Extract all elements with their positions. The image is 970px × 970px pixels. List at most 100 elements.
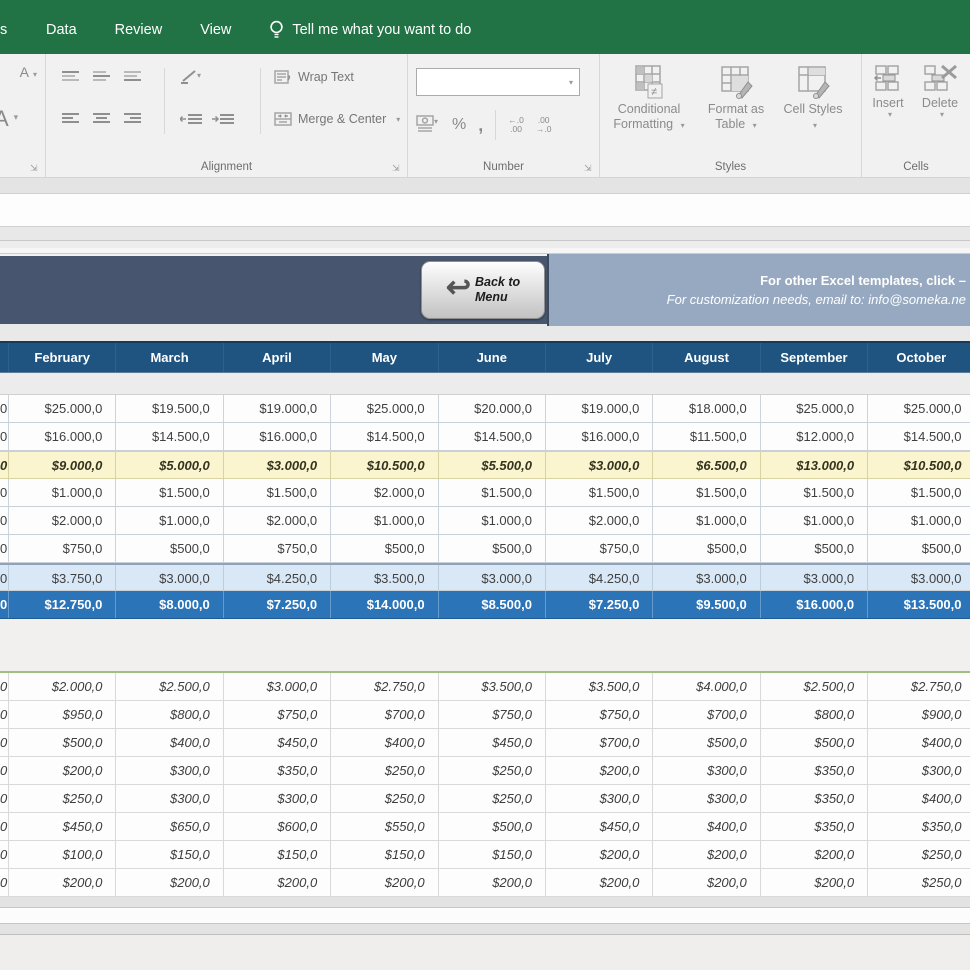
back-to-menu-button[interactable]: ↩ Back to Menu — [421, 261, 545, 319]
tab-view[interactable]: View — [200, 16, 231, 44]
spreadsheet-cell[interactable]: $14.500,0 — [439, 423, 546, 450]
spreadsheet-cell[interactable]: $900,0 — [868, 701, 970, 728]
spreadsheet-cell[interactable]: $400,0 — [653, 813, 760, 840]
spreadsheet-cell[interactable]: $1.000,0 — [653, 507, 760, 534]
spreadsheet-cell[interactable]: $5.500,0 — [439, 452, 546, 478]
spreadsheet-cell[interactable]: $2.000,0 — [9, 673, 116, 700]
spreadsheet-cell[interactable]: $250,0 — [331, 785, 438, 812]
clipped-january-cell[interactable]: 0 — [0, 785, 9, 812]
spreadsheet-cell[interactable]: $16.000,0 — [761, 591, 868, 618]
spreadsheet-cell[interactable]: $19.000,0 — [546, 395, 653, 422]
spreadsheet-cell[interactable]: $4.000,0 — [653, 673, 760, 700]
column-header-month[interactable]: May — [331, 343, 438, 372]
spreadsheet-cell[interactable]: $1.500,0 — [868, 479, 970, 506]
clipped-january-cell[interactable]: 0 — [0, 452, 9, 478]
spreadsheet-cell[interactable]: $150,0 — [331, 841, 438, 868]
clipped-january-cell[interactable]: 0 — [0, 423, 9, 450]
spreadsheet-cell[interactable]: $750,0 — [224, 535, 331, 562]
spreadsheet-cell[interactable]: $800,0 — [116, 701, 223, 728]
clipped-january-cell[interactable]: 0 — [0, 395, 9, 422]
spreadsheet-cell[interactable]: $200,0 — [116, 869, 223, 896]
spreadsheet-cell[interactable]: $100,0 — [9, 841, 116, 868]
spreadsheet-cell[interactable]: $5.000,0 — [116, 452, 223, 478]
spreadsheet-cell[interactable]: $1.500,0 — [653, 479, 760, 506]
spreadsheet-cell[interactable]: $13.500,0 — [868, 591, 970, 618]
spreadsheet-cell[interactable]: $750,0 — [546, 535, 653, 562]
spreadsheet-cell[interactable]: $200,0 — [546, 757, 653, 784]
spreadsheet-cell[interactable]: $200,0 — [546, 841, 653, 868]
spreadsheet-cell[interactable]: $200,0 — [9, 869, 116, 896]
spreadsheet-cell[interactable]: $750,0 — [439, 701, 546, 728]
formula-bar[interactable] — [0, 194, 970, 227]
spreadsheet-cell[interactable]: $18.000,0 — [653, 395, 760, 422]
column-header-month[interactable]: April — [224, 343, 331, 372]
spreadsheet-cell[interactable]: $1.000,0 — [761, 507, 868, 534]
spreadsheet-cell[interactable]: $1.000,0 — [331, 507, 438, 534]
spreadsheet-cell[interactable]: $1.500,0 — [439, 479, 546, 506]
spreadsheet-cell[interactable]: $500,0 — [761, 729, 868, 756]
spreadsheet-cell[interactable]: $250,0 — [439, 757, 546, 784]
spreadsheet-cell[interactable]: $16.000,0 — [546, 423, 653, 450]
spreadsheet-cell[interactable]: $1.500,0 — [761, 479, 868, 506]
spreadsheet-cell[interactable]: $500,0 — [653, 535, 760, 562]
increase-decimal-button[interactable]: ←.0 .00 — [508, 116, 524, 134]
spreadsheet-cell[interactable]: $8.500,0 — [439, 591, 546, 618]
spreadsheet-cell[interactable]: $500,0 — [9, 729, 116, 756]
spreadsheet-cell[interactable]: $250,0 — [868, 841, 970, 868]
spreadsheet-cell[interactable]: $150,0 — [439, 841, 546, 868]
spreadsheet-cell[interactable]: $3.500,0 — [439, 673, 546, 700]
align-right-icon[interactable] — [124, 112, 141, 124]
tab-data[interactable]: Data — [46, 16, 77, 44]
spreadsheet-cell[interactable]: $500,0 — [439, 813, 546, 840]
clipped-january-cell[interactable]: 0 — [0, 565, 9, 590]
clipped-january-cell[interactable]: 0 — [0, 757, 9, 784]
number-dialog-launcher-icon[interactable]: ⇲ — [584, 163, 595, 174]
spreadsheet-cell[interactable]: $300,0 — [546, 785, 653, 812]
spreadsheet-cell[interactable]: $700,0 — [546, 729, 653, 756]
clipped-january-cell[interactable]: 0 — [0, 673, 9, 700]
spreadsheet-cell[interactable]: $19.500,0 — [116, 395, 223, 422]
percent-style-button[interactable]: % — [452, 116, 466, 134]
spreadsheet-cell[interactable]: $950,0 — [9, 701, 116, 728]
spreadsheet-cell[interactable]: $200,0 — [224, 869, 331, 896]
spreadsheet-cell[interactable]: $12.750,0 — [9, 591, 116, 618]
comma-style-button[interactable]: , — [478, 115, 483, 136]
spreadsheet-cell[interactable]: $14.500,0 — [116, 423, 223, 450]
spreadsheet-cell[interactable]: $11.500,0 — [653, 423, 760, 450]
spreadsheet-cell[interactable]: $250,0 — [331, 757, 438, 784]
spreadsheet-cell[interactable]: $8.000,0 — [116, 591, 223, 618]
align-middle-icon[interactable] — [93, 70, 110, 82]
spreadsheet-cell[interactable]: $650,0 — [116, 813, 223, 840]
spreadsheet-cell[interactable]: $200,0 — [546, 869, 653, 896]
spreadsheet-cell[interactable]: $3.500,0 — [331, 565, 438, 590]
spreadsheet-cell[interactable]: $400,0 — [868, 729, 970, 756]
spreadsheet-cell[interactable]: $800,0 — [761, 701, 868, 728]
spreadsheet-cell[interactable]: $3.000,0 — [116, 565, 223, 590]
spreadsheet-cell[interactable]: $750,0 — [546, 701, 653, 728]
spreadsheet-cell[interactable]: $2.750,0 — [331, 673, 438, 700]
spreadsheet-cell[interactable]: $6.500,0 — [653, 452, 760, 478]
spreadsheet-cell[interactable]: $350,0 — [761, 757, 868, 784]
spreadsheet-cell[interactable]: $14.500,0 — [331, 423, 438, 450]
spreadsheet-cell[interactable]: $150,0 — [116, 841, 223, 868]
spreadsheet-cell[interactable]: $550,0 — [331, 813, 438, 840]
accounting-format-button[interactable]: ▾ — [416, 114, 440, 137]
spreadsheet-cell[interactable]: $700,0 — [653, 701, 760, 728]
tab-review[interactable]: Review — [115, 16, 163, 44]
spreadsheet-cell[interactable]: $13.000,0 — [761, 452, 868, 478]
spreadsheet-cell[interactable]: $450,0 — [224, 729, 331, 756]
spreadsheet-cell[interactable]: $250,0 — [9, 785, 116, 812]
align-top-icon[interactable] — [62, 70, 79, 82]
merge-center-button[interactable]: Merge & Center ▾ — [274, 112, 400, 126]
clipped-january-cell[interactable]: 0 — [0, 869, 9, 896]
spreadsheet-cell[interactable]: $14.500,0 — [868, 423, 970, 450]
spreadsheet-cell[interactable]: $2.000,0 — [224, 507, 331, 534]
spreadsheet-cell[interactable]: $200,0 — [331, 869, 438, 896]
clipped-january-cell[interactable]: 0 — [0, 813, 9, 840]
spreadsheet-cell[interactable]: $400,0 — [868, 785, 970, 812]
spreadsheet-cell[interactable]: $350,0 — [868, 813, 970, 840]
font-dialog-launcher-icon[interactable]: ⇲ — [30, 163, 41, 174]
spreadsheet-cell[interactable]: $3.000,0 — [868, 565, 970, 590]
spreadsheet-cell[interactable]: $750,0 — [9, 535, 116, 562]
spreadsheet-cell[interactable]: $2.000,0 — [331, 479, 438, 506]
